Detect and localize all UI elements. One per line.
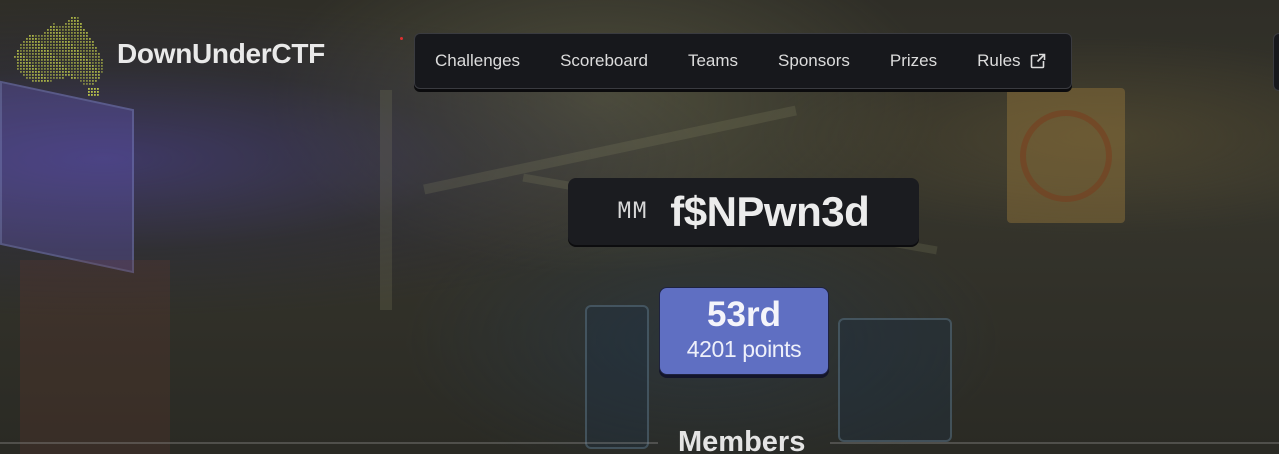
nav-label: Teams <box>687 51 739 70</box>
nav-label: Sponsors <box>778 51 850 70</box>
nav-scoreboard[interactable]: Scoreboard <box>560 51 648 71</box>
main-nav: Challenges Scoreboard Teams Sponsors Pri… <box>414 33 1072 89</box>
rank-badge: 53rd 4201 points <box>659 287 829 375</box>
team-points: 4201 points <box>686 336 802 362</box>
nav-teams[interactable]: Teams <box>688 51 738 71</box>
team-rank: 53rd <box>707 295 781 334</box>
indicator-dot <box>400 37 403 40</box>
nav-label: Scoreboard <box>560 51 648 70</box>
section-divider <box>0 442 658 444</box>
nav-prizes[interactable]: Prizes <box>890 51 937 71</box>
nav-rules[interactable]: Rules <box>977 51 1046 71</box>
nav-label: Prizes <box>889 51 938 70</box>
nav-label: Rules <box>977 51 1021 70</box>
nav-challenges[interactable]: Challenges <box>435 51 520 71</box>
nav-sponsors[interactable]: Sponsors <box>778 51 850 71</box>
members-heading: Members <box>678 426 806 454</box>
background-poster-ring <box>1020 110 1112 202</box>
australia-map-logo-icon[interactable] <box>12 12 108 96</box>
background-machine <box>838 318 952 442</box>
team-name: f$NPwn3d <box>670 187 870 235</box>
team-name-card: MM f$NPwn3d <box>568 178 919 245</box>
brand-name[interactable]: DownUnderCTF <box>117 38 325 70</box>
background-crate <box>20 260 170 454</box>
secondary-nav[interactable] <box>1273 33 1279 91</box>
background-scene <box>380 90 392 310</box>
background-sign <box>0 80 134 274</box>
external-link-icon <box>1030 53 1046 69</box>
background-machine <box>585 305 649 449</box>
background-poster <box>1007 88 1125 223</box>
section-divider <box>830 442 1279 444</box>
nav-label: Challenges <box>435 51 521 70</box>
team-tag: MM <box>617 199 649 224</box>
